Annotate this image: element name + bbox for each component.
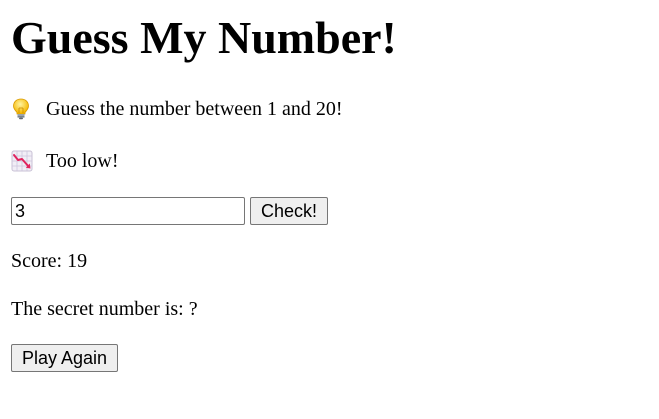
play-again-button[interactable]: Play Again [11,344,118,372]
page-title: Guess My Number! [11,12,397,63]
feedback-text: Too low! [46,150,119,172]
check-button[interactable]: Check! [250,197,328,225]
secret-number-display: The secret number is: ? [11,298,198,320]
guess-input[interactable] [11,197,245,225]
light-bulb-icon [11,98,36,120]
guess-prompt: Guess the number between 1 and 20! [11,97,343,121]
guess-prompt-text: Guess the number between 1 and 20! [46,98,343,120]
guess-row: Check! [11,197,328,225]
chart-decreasing-icon [11,150,36,172]
score-display: Score: 19 [11,250,88,272]
page: Guess My Number! Guess the number betwee… [0,0,659,419]
feedback-message: Too low! [11,149,118,173]
